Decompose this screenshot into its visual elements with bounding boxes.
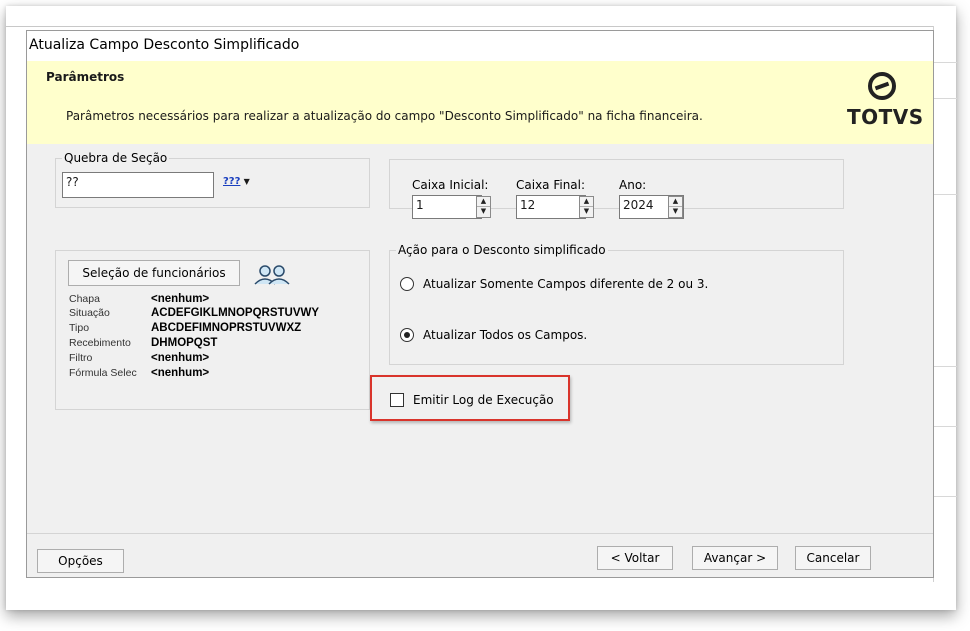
background-right-column	[933, 26, 957, 582]
spin-down-icon[interactable]: ▼	[580, 207, 593, 217]
spin-up-icon[interactable]: ▲	[477, 197, 490, 207]
selecao-info-list: Chapa <nenhum> Situação ACDEFGIKLMNOPQRS…	[69, 293, 369, 383]
spin-up-icon[interactable]: ▲	[669, 197, 682, 207]
acao-option2-label[interactable]: Atualizar Todos os Campos.	[423, 328, 587, 342]
selecao-value: ACDEFGIKLMNOPQRSTUVWY	[151, 307, 320, 319]
quebra-secao-input[interactable]: ??	[62, 172, 214, 198]
acao-option1-label[interactable]: Atualizar Somente Campos diferente de 2 …	[423, 277, 708, 291]
spin-down-icon[interactable]: ▼	[669, 207, 682, 217]
selecao-value: <nenhum>	[151, 293, 210, 305]
ano-label: Ano:	[619, 178, 647, 192]
chevron-down-icon: ▼	[243, 177, 250, 186]
acao-group: Ação para o Desconto simplificado	[389, 243, 844, 365]
selecao-key: Filtro	[69, 352, 93, 364]
selecao-value: DHMOPQST	[151, 337, 218, 349]
acao-option1-radio[interactable]	[400, 277, 414, 291]
selecao-key: Chapa	[69, 293, 100, 305]
caixa-inicial-label: Caixa Inicial:	[412, 178, 489, 192]
ano-spinner[interactable]: ▲ ▼	[668, 196, 683, 218]
avancar-button[interactable]: Avançar >	[692, 546, 778, 570]
wizard-header: Parâmetros Parâmetros necessários para r…	[27, 61, 933, 144]
selecao-funcionarios-button[interactable]: Seleção de funcionários	[68, 260, 240, 286]
cancelar-button[interactable]: Cancelar	[795, 546, 871, 570]
opcoes-button[interactable]: Opções	[37, 549, 124, 573]
header-description: Parâmetros necessários para realizar a a…	[66, 109, 703, 123]
selecao-value: ABCDEFIMNOPRSTUVWXZ	[151, 322, 302, 334]
voltar-button[interactable]: < Voltar	[597, 546, 673, 570]
users-icon[interactable]	[253, 264, 293, 289]
selecao-key: Situação	[69, 307, 110, 319]
selecao-key: Recebimento	[69, 337, 131, 349]
selecao-key: Tipo	[69, 322, 90, 334]
caixa-final-spinner[interactable]: ▲ ▼	[579, 196, 594, 218]
totvs-logo-text: TOTVS	[847, 105, 924, 129]
wizard-dialog: Atualiza Campo Desconto Simplificado Par…	[26, 30, 934, 578]
selecao-value: <nenhum>	[151, 352, 210, 364]
caixa-final-label: Caixa Final:	[516, 178, 586, 192]
lookup-label: ???	[223, 176, 241, 187]
background-window-strip	[6, 6, 956, 28]
caixa-final-input[interactable]: 12	[516, 195, 586, 219]
quebra-secao-legend: Quebra de Seção	[64, 151, 168, 165]
caixa-inicial-input[interactable]: 1	[412, 195, 482, 219]
totvs-logo: TOTVS	[847, 71, 924, 131]
acao-legend: Ação para o Desconto simplificado	[398, 243, 606, 257]
dialog-title: Atualiza Campo Desconto Simplificado	[27, 31, 933, 61]
selecao-key: Fórmula Selec	[69, 367, 137, 379]
spin-down-icon[interactable]: ▼	[477, 207, 490, 217]
caixa-inicial-spinner[interactable]: ▲ ▼	[476, 196, 491, 218]
acao-option2-radio[interactable]	[400, 328, 414, 342]
spin-up-icon[interactable]: ▲	[580, 197, 593, 207]
quebra-lookup-button[interactable]: ??? ▼	[223, 176, 257, 192]
background-divider	[6, 26, 936, 27]
footer-divider	[27, 533, 933, 534]
selecao-value: <nenhum>	[151, 367, 210, 379]
annotation-highlight-box	[370, 375, 570, 421]
header-title: Parâmetros	[46, 70, 125, 84]
totvs-symbol-icon	[868, 72, 896, 100]
